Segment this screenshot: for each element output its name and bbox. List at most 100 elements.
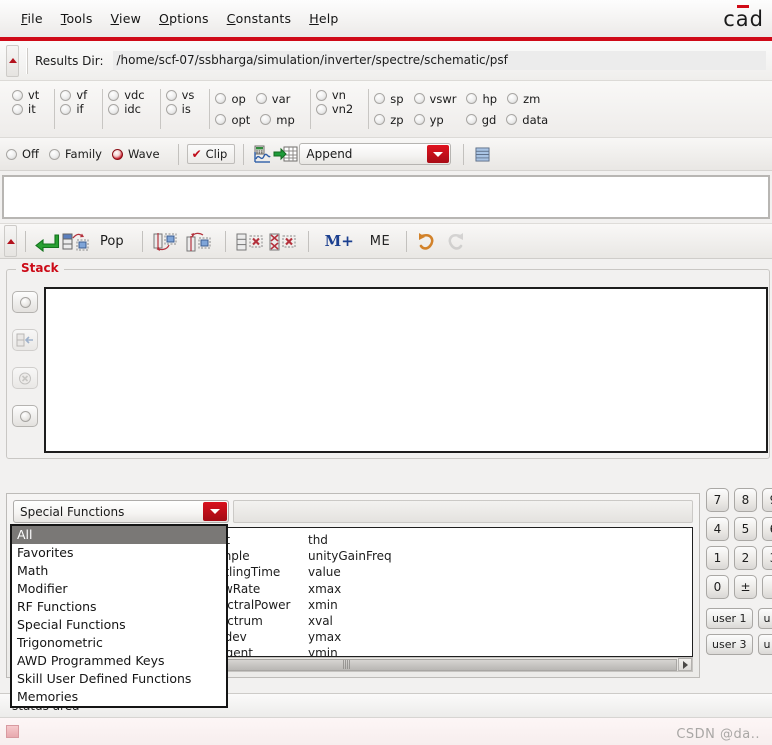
stack-list[interactable] [44,287,768,453]
stack-delete-button[interactable] [12,367,38,389]
radio-op[interactable]: op [215,92,246,106]
radio-hp[interactable]: hp [466,92,497,106]
radio-vt[interactable]: vt [12,88,39,102]
chevron-down-icon[interactable] [203,502,227,521]
push-stack-icon[interactable] [60,232,90,251]
function-item[interactable]: unityGainFreq [308,548,410,564]
radio-wave[interactable]: Wave [112,147,160,161]
swap-stack-icon[interactable] [151,232,184,251]
memory-edit-button[interactable]: ME [370,234,390,249]
user-1-button[interactable]: user 1 [706,608,753,629]
chevron-down-icon[interactable] [427,145,450,163]
radio-opt[interactable]: opt [215,113,250,127]
radio-zm[interactable]: zm [507,92,540,106]
key-0[interactable]: 0 [706,575,729,599]
user-4-button[interactable]: u [757,634,772,655]
radio-label: Family [64,147,102,161]
keypad-user-row: user 1 u [706,608,772,629]
signal-row-top: sp vswr hp zm [374,88,558,109]
export-table-icon[interactable] [273,145,299,164]
table-icon[interactable] [472,145,493,164]
key-8[interactable]: 8 [734,488,757,512]
function-category-dropdown[interactable]: All Favorites Math Modifier RF Functions… [10,524,228,708]
radio-vf[interactable]: vf [60,88,87,102]
stack-down-button[interactable] [12,405,38,427]
dropdown-item-math[interactable]: Math [12,562,226,580]
return-arrow-icon[interactable] [34,232,60,252]
menu-item-tools[interactable]: Tools [52,8,102,29]
pop-button[interactable]: Pop [100,234,124,249]
user-3-button[interactable]: user 3 [706,634,753,655]
function-item[interactable]: ymin [308,645,410,656]
key-7[interactable]: 7 [706,488,729,512]
menu-item-options[interactable]: Options [150,8,218,29]
radio-sp[interactable]: sp [374,92,404,106]
menu-item-file[interactable]: File [12,8,52,29]
clip-toggle[interactable]: ✔ Clip [186,144,236,164]
radio-it[interactable]: it [12,102,39,116]
radio-mp[interactable]: mp [260,113,295,127]
toolbar-collapse-toggle[interactable] [4,225,17,257]
key-5[interactable]: 5 [734,517,757,541]
radio-yp[interactable]: yp [413,113,444,127]
function-item[interactable]: xmin [308,597,410,613]
dropdown-item-awd-programmed-keys[interactable]: AWD Programmed Keys [12,652,226,670]
radio-label: vs [181,88,195,102]
key-4[interactable]: 4 [706,517,729,541]
radio-vn2[interactable]: vn2 [315,102,353,116]
dropdown-item-all[interactable]: All [12,526,226,544]
clear-stack-icon[interactable] [267,232,300,251]
radio-is[interactable]: is [165,102,195,116]
radio-if[interactable]: if [60,102,87,116]
radio-zp[interactable]: zp [374,113,404,127]
dropdown-item-favorites[interactable]: Favorites [12,544,226,562]
memory-plus-button[interactable]: M+ [325,232,354,250]
dropdown-item-skill-user-defined-functions[interactable]: Skill User Defined Functions [12,670,226,688]
key-decimal[interactable]: . [762,575,772,599]
radio-gd[interactable]: gd [465,113,496,127]
roll-stack-icon[interactable] [184,232,217,251]
menu-item-help[interactable]: Help [300,8,347,29]
radio-off[interactable]: Off [6,147,39,161]
key-plusminus[interactable]: ± [734,575,757,599]
append-mode-combo[interactable]: Append [299,143,452,165]
key-1[interactable]: 1 [706,546,729,570]
stack-insert-button[interactable] [12,329,38,351]
function-item[interactable]: ymax [308,629,410,645]
dropdown-item-trigonometric[interactable]: Trigonometric [12,634,226,652]
dropdown-item-special-functions[interactable]: Special Functions [12,616,226,634]
undo-icon[interactable] [415,232,441,251]
function-item[interactable]: xval [308,613,410,629]
function-item[interactable]: value [308,564,410,580]
key-2[interactable]: 2 [734,546,757,570]
radio-vs[interactable]: vs [165,88,195,102]
radio-idc[interactable]: idc [108,102,144,116]
radio-vdc[interactable]: vdc [108,88,145,102]
radio-label: data [522,112,549,127]
stack-up-button[interactable] [12,291,38,313]
key-6[interactable]: 6 [762,517,772,541]
dropdown-item-modifier[interactable]: Modifier [12,580,226,598]
key-9[interactable]: 9 [762,488,772,512]
collapse-toggle[interactable] [6,44,19,77]
dropdown-item-memories[interactable]: Memories [12,688,226,706]
function-category-combo[interactable]: Special Functions [13,500,229,523]
radio-data[interactable]: data [506,113,548,127]
user-2-button[interactable]: u [757,608,772,629]
resize-grip[interactable] [6,725,19,738]
results-dir-field[interactable]: /home/scf-07/ssbharga/simulation/inverte… [113,51,766,70]
function-item[interactable]: thd [308,532,410,548]
delete-stack-icon[interactable] [234,232,267,251]
function-item[interactable]: xmax [308,581,410,597]
plot-chart-icon[interactable] [252,145,273,164]
radio-var[interactable]: var [255,92,290,106]
radio-family[interactable]: Family [48,147,102,161]
key-3[interactable]: 3 [762,546,772,570]
menu-item-view[interactable]: View [102,8,150,29]
expression-entry-field[interactable] [2,175,770,219]
dropdown-item-rf-functions[interactable]: RF Functions [12,598,226,616]
radio-vn[interactable]: vn [315,88,353,102]
radio-vswr[interactable]: vswr [413,92,456,106]
scroll-right-button[interactable] [678,658,692,671]
menu-item-constants[interactable]: Constants [218,8,301,29]
